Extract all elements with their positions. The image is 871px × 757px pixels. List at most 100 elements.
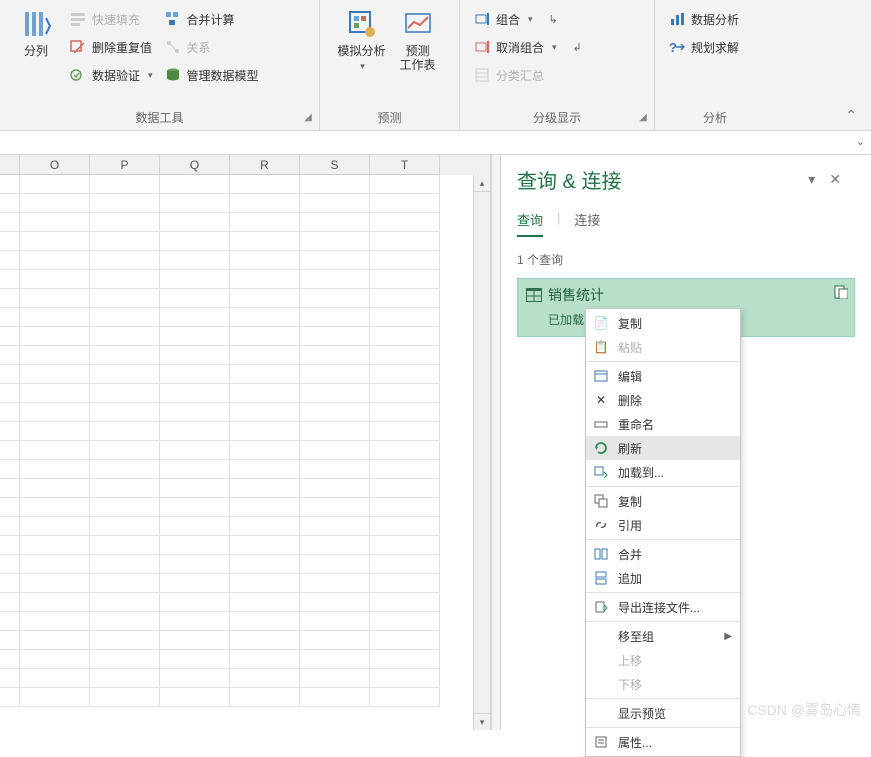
- menu-export-connection[interactable]: 导出连接文件...: [586, 595, 740, 619]
- svg-text:?: ?: [669, 40, 677, 55]
- menu-rename[interactable]: 重命名: [586, 412, 740, 436]
- table-row[interactable]: [0, 384, 490, 403]
- pane-title: 查询 & 连接: [517, 165, 621, 194]
- spreadsheet-grid[interactable]: O P Q R S T ▴ ▾: [0, 155, 491, 730]
- table-row[interactable]: [0, 574, 490, 593]
- table-row[interactable]: [0, 270, 490, 289]
- group-outline: 组合 ▾ ↳ 取消组合 ▾ ↲ 分类汇总 分级显示 ◢: [460, 0, 655, 130]
- table-row[interactable]: [0, 232, 490, 251]
- table-row[interactable]: [0, 593, 490, 612]
- copy-icon: 📄: [592, 315, 610, 331]
- whatif-analysis-button[interactable]: 模拟分析▾: [334, 6, 390, 75]
- col-header[interactable]: O: [20, 155, 90, 175]
- flash-fill-button[interactable]: 快速填充: [70, 8, 153, 30]
- group-data-tools: 分列 快速填充 删除重复值 数据验证 ▾: [0, 0, 320, 130]
- col-header[interactable]: P: [90, 155, 160, 175]
- table-row[interactable]: [0, 175, 490, 194]
- ungroup-button[interactable]: 取消组合 ▾ ↲: [474, 36, 582, 58]
- scroll-down-button[interactable]: ▾: [474, 713, 490, 730]
- table-row[interactable]: [0, 612, 490, 631]
- table-row[interactable]: [0, 365, 490, 384]
- remove-duplicates-icon: [70, 39, 86, 55]
- merge-icon: [592, 546, 610, 562]
- submenu-arrow-icon: ▶: [724, 631, 732, 642]
- vertical-scrollbar[interactable]: ▴ ▾: [473, 175, 490, 730]
- solver-icon: ?: [669, 39, 685, 55]
- grid-rows[interactable]: [0, 175, 490, 707]
- subtotal-button[interactable]: 分类汇总: [474, 64, 582, 86]
- ribbon: 分列 快速填充 删除重复值 数据验证 ▾: [0, 0, 871, 131]
- tab-query[interactable]: 查询: [517, 210, 543, 237]
- group-label-data-tools: 数据工具: [135, 111, 183, 125]
- menu-show-preview[interactable]: 显示预览: [586, 701, 740, 725]
- forecast-sheet-button[interactable]: 预测工作表: [390, 6, 446, 74]
- table-row[interactable]: [0, 251, 490, 270]
- subtotal-icon: [474, 67, 490, 83]
- table-row[interactable]: [0, 422, 490, 441]
- menu-paste: 📋粘贴: [586, 335, 740, 359]
- columns-icon: [20, 8, 52, 40]
- expand-formula-bar-button[interactable]: ⌄: [856, 135, 865, 148]
- load-to-icon: [592, 464, 610, 480]
- col-header[interactable]: T: [370, 155, 440, 175]
- table-row[interactable]: [0, 194, 490, 213]
- data-analysis-button[interactable]: 数据分析: [669, 8, 739, 30]
- solver-button[interactable]: ? 规划求解: [669, 36, 739, 58]
- table-row[interactable]: [0, 441, 490, 460]
- table-row[interactable]: [0, 479, 490, 498]
- text-to-columns-button[interactable]: 分列: [8, 6, 64, 60]
- table-row[interactable]: [0, 213, 490, 232]
- table-row[interactable]: [0, 669, 490, 688]
- table-row[interactable]: [0, 536, 490, 555]
- table-row[interactable]: [0, 403, 490, 422]
- remove-duplicates-button[interactable]: 删除重复值: [70, 36, 153, 58]
- menu-duplicate[interactable]: 复制: [586, 489, 740, 513]
- menu-append[interactable]: 追加: [586, 566, 740, 590]
- col-header[interactable]: Q: [160, 155, 230, 175]
- relationships-button[interactable]: 关系: [165, 36, 259, 58]
- pane-options-button[interactable]: ▾: [808, 171, 829, 187]
- table-row[interactable]: [0, 327, 490, 346]
- pane-splitter[interactable]: [491, 155, 501, 730]
- tab-connection[interactable]: 连接: [574, 210, 600, 237]
- relationships-icon: [165, 39, 181, 55]
- menu-copy[interactable]: 📄复制: [586, 311, 740, 335]
- col-header[interactable]: S: [300, 155, 370, 175]
- table-row[interactable]: [0, 650, 490, 669]
- query-name: 销售统计: [548, 285, 604, 305]
- menu-reference[interactable]: 引用: [586, 513, 740, 537]
- group-label-outline: 分级显示: [533, 111, 581, 125]
- menu-merge[interactable]: 合并: [586, 542, 740, 566]
- dialog-launcher-icon[interactable]: ◢: [636, 112, 650, 126]
- consolidate-button[interactable]: 合并计算: [165, 8, 259, 30]
- table-row[interactable]: [0, 346, 490, 365]
- menu-delete[interactable]: ✕删除: [586, 388, 740, 412]
- table-row[interactable]: [0, 498, 490, 517]
- dialog-launcher-icon[interactable]: ◢: [301, 112, 315, 126]
- query-context-menu: 📄复制 📋粘贴 编辑 ✕删除 重命名 刷新 加载到... 复制 引用 合并 追加…: [585, 308, 741, 757]
- peek-icon[interactable]: [834, 285, 848, 299]
- group-label-analysis: 分析: [655, 106, 775, 130]
- menu-move-to-group[interactable]: 移至组▶: [586, 624, 740, 648]
- pane-close-button[interactable]: ✕: [829, 171, 855, 187]
- properties-icon: [592, 734, 610, 750]
- table-row[interactable]: [0, 555, 490, 574]
- group-rows-button[interactable]: 组合 ▾ ↳: [474, 8, 582, 30]
- table-row[interactable]: [0, 289, 490, 308]
- scroll-up-button[interactable]: ▴: [474, 175, 490, 192]
- table-row[interactable]: [0, 517, 490, 536]
- menu-edit[interactable]: 编辑: [586, 364, 740, 388]
- pane-title-row: 查询 & 连接 ▾✕: [517, 165, 855, 194]
- table-row[interactable]: [0, 460, 490, 479]
- data-model-button[interactable]: 管理数据模型: [165, 64, 259, 86]
- table-row[interactable]: [0, 631, 490, 650]
- col-header[interactable]: R: [230, 155, 300, 175]
- menu-properties[interactable]: 属性...: [586, 730, 740, 754]
- forecast-icon: [402, 8, 434, 40]
- menu-refresh[interactable]: 刷新: [586, 436, 740, 460]
- menu-load-to[interactable]: 加载到...: [586, 460, 740, 484]
- table-row[interactable]: [0, 688, 490, 707]
- collapse-ribbon-button[interactable]: ⌃: [845, 107, 857, 124]
- data-validation-button[interactable]: 数据验证 ▾: [70, 64, 153, 86]
- table-row[interactable]: [0, 308, 490, 327]
